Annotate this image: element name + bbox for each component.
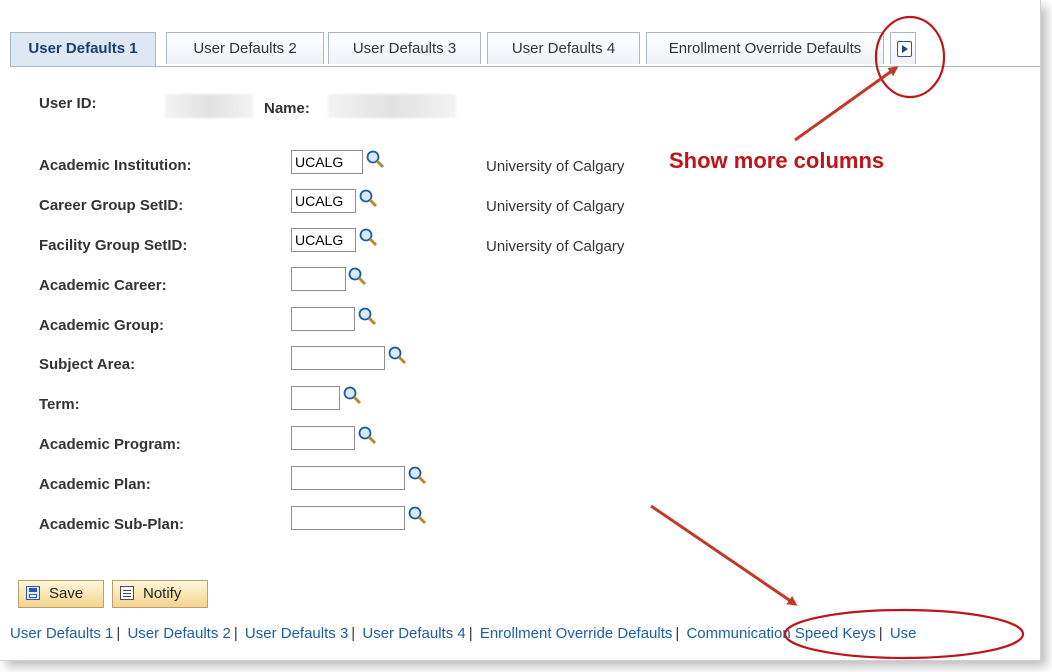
show-more-tabs-button[interactable] [890, 32, 916, 64]
tab-user-defaults-1[interactable]: User Defaults 1 [10, 32, 156, 66]
link-user-defaults-3[interactable]: User Defaults 3 [245, 625, 348, 642]
name-label: Name: [264, 100, 310, 117]
magnifier-icon[interactable] [342, 385, 362, 405]
tab-user-defaults-2[interactable]: User Defaults 2 [166, 32, 324, 64]
academic-program-input[interactable] [291, 426, 355, 450]
link-enrollment-override-defaults[interactable]: Enrollment Override Defaults [480, 625, 673, 642]
facility-group-setid-input[interactable]: UCALG [291, 228, 356, 252]
notify-button[interactable]: Notify [112, 580, 208, 608]
link-separator: | [878, 625, 883, 642]
notify-button-label: Notify [143, 585, 182, 602]
link-user-defaults-4[interactable]: User Defaults 4 [362, 625, 465, 642]
link-user-defaults-2[interactable]: User Defaults 2 [127, 625, 230, 642]
note-icon [120, 586, 134, 600]
link-separator: | [351, 625, 356, 642]
facility-group-setid-description: University of Calgary [486, 238, 625, 255]
save-button[interactable]: Save [18, 580, 104, 608]
academic-institution-description: University of Calgary [486, 158, 625, 175]
magnifier-icon[interactable] [347, 266, 367, 286]
subject-area-input[interactable] [291, 346, 385, 370]
tab-user-defaults-3[interactable]: User Defaults 3 [328, 32, 481, 64]
academic-group-label: Academic Group: [39, 317, 165, 334]
show-more-columns-annotation: Show more columns [669, 148, 885, 173]
magnifier-icon[interactable] [365, 149, 385, 169]
magnifier-icon[interactable] [357, 306, 377, 326]
magnifier-icon[interactable] [357, 425, 377, 445]
link-communication-speed-keys[interactable]: Communication Speed Keys [686, 625, 875, 642]
academic-sub-plan-input[interactable] [291, 506, 405, 530]
academic-career-label: Academic Career: [39, 277, 167, 294]
user-id-label: User ID: [39, 95, 97, 112]
tab-user-defaults-4[interactable]: User Defaults 4 [487, 32, 640, 64]
tab-enrollment-override-defaults[interactable]: Enrollment Override Defaults [646, 32, 884, 64]
link-separator: | [233, 625, 238, 642]
floppy-disk-icon [26, 586, 40, 600]
save-button-label: Save [49, 585, 84, 602]
bottom-page-links: User Defaults 1 | User Defaults 2 | User D… [10, 625, 917, 642]
tab-bar: User Defaults 1 User Defaults 2 User Def… [10, 32, 1040, 67]
magnifier-icon[interactable] [358, 227, 378, 247]
link-truncated[interactable]: Use [890, 625, 917, 642]
academic-sub-plan-label: Academic Sub-Plan: [39, 516, 185, 533]
academic-institution-label: Academic Institution: [39, 157, 192, 174]
facility-group-setid-label: Facility Group SetID: [39, 237, 188, 254]
career-group-setid-description: University of Calgary [486, 198, 625, 215]
link-separator: | [116, 625, 121, 642]
link-separator: | [468, 625, 473, 642]
magnifier-icon[interactable] [407, 465, 427, 485]
link-user-defaults-1[interactable]: User Defaults 1 [10, 625, 113, 642]
magnifier-icon[interactable] [358, 188, 378, 208]
magnifier-icon[interactable] [387, 345, 407, 365]
academic-group-input[interactable] [291, 307, 355, 331]
arrow-right-icon [897, 41, 912, 57]
magnifier-icon[interactable] [407, 505, 427, 525]
academic-plan-input[interactable] [291, 466, 405, 490]
link-separator: | [675, 625, 680, 642]
term-label: Term: [39, 396, 80, 413]
academic-institution-input[interactable]: UCALG [291, 150, 363, 174]
academic-plan-label: Academic Plan: [39, 476, 151, 493]
user-id-value-redacted [165, 94, 253, 118]
academic-career-input[interactable] [291, 267, 346, 291]
career-group-setid-input[interactable]: UCALG [291, 189, 356, 213]
name-value-redacted [328, 94, 456, 118]
academic-program-label: Academic Program: [39, 436, 181, 453]
subject-area-label: Subject Area: [39, 356, 136, 373]
term-input[interactable] [291, 386, 340, 410]
career-group-setid-label: Career Group SetID: [39, 197, 184, 214]
